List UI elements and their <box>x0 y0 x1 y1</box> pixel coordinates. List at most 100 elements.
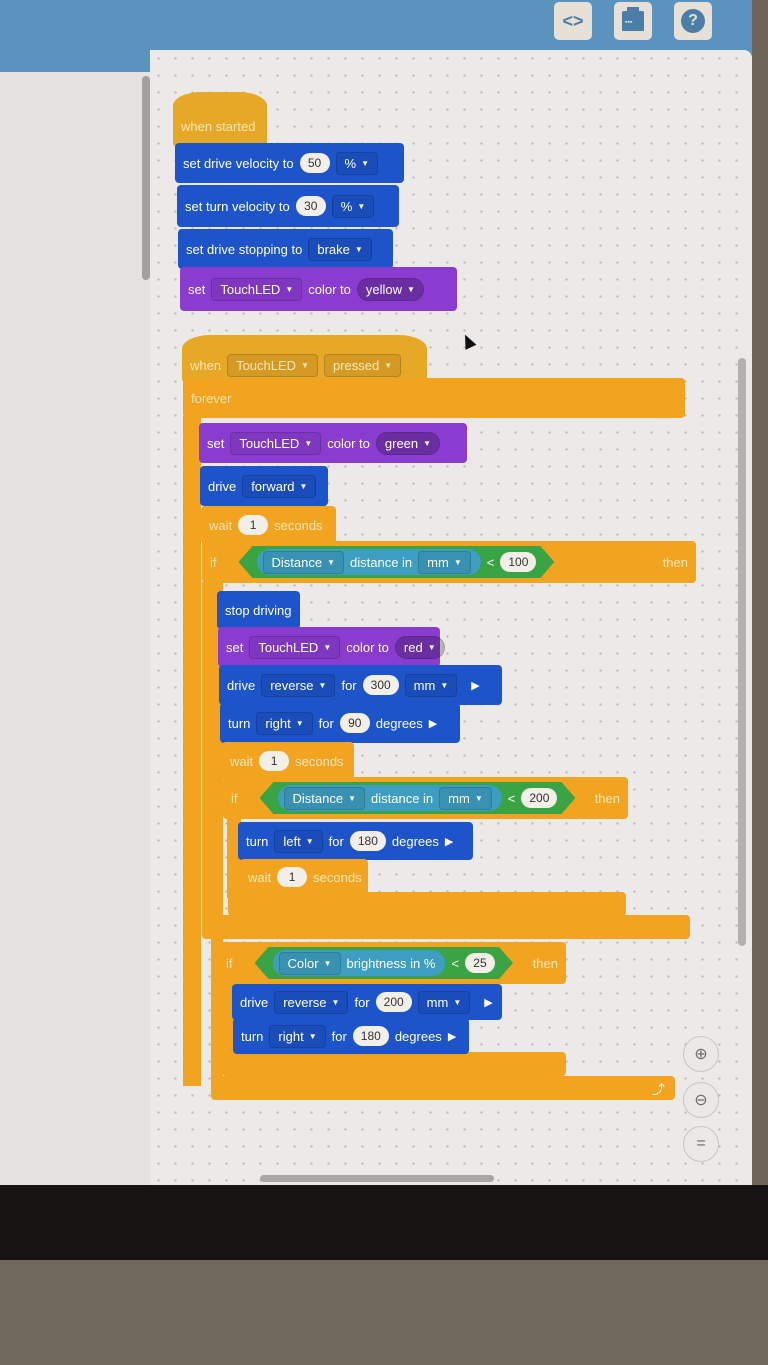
brain-device-icon <box>622 7 644 31</box>
dropdown-caret-icon: ▼ <box>361 158 370 168</box>
turn-direction-dropdown[interactable]: left ▼ <box>274 829 323 853</box>
when-started-block[interactable]: when started <box>173 92 267 147</box>
reset-zoom-icon: = <box>696 1135 706 1152</box>
run-and-continue-icon[interactable]: ▶ <box>448 1030 456 1043</box>
code-view-button[interactable]: <> <box>554 2 592 40</box>
set-turn-velocity-block[interactable]: set turn velocity to 30 % ▼ <box>177 185 399 227</box>
set-touchled-yellow-block[interactable]: set TouchLED ▼ color to yellow ▼ <box>180 267 457 311</box>
set-touchled-green-block[interactable]: set TouchLED ▼ color to green ▼ <box>199 423 467 463</box>
drive-velocity-unit-dropdown[interactable]: % ▼ <box>335 151 379 175</box>
brightness-threshold-input[interactable]: 25 <box>465 953 495 973</box>
distance-unit-dropdown[interactable]: mm ▼ <box>418 551 471 574</box>
dropdown-caret-icon: ▼ <box>453 997 462 1007</box>
led-color-dropdown[interactable]: yellow ▼ <box>356 277 424 301</box>
device-button[interactable] <box>614 2 652 40</box>
when-touchled-pressed-block[interactable]: when TouchLED ▼ pressed ▼ <box>182 335 427 383</box>
turn-velocity-unit-dropdown[interactable]: % ▼ <box>331 194 375 218</box>
led-color-dropdown[interactable]: green ▼ <box>375 431 441 455</box>
hat-device-dropdown[interactable]: TouchLED ▼ <box>227 353 318 377</box>
wait-seconds-block[interactable]: wait 1 seconds <box>222 742 354 780</box>
hat-event-dropdown[interactable]: pressed ▼ <box>323 353 402 377</box>
drive-reverse-200-block[interactable]: drive reverse ▼ for 200 mm ▼ ▶ <box>232 984 502 1020</box>
loop-arrow-icon: ⤴ <box>651 1081 665 1097</box>
workspace-horizontal-scrollbar[interactable] <box>260 1175 494 1182</box>
photo-of-laptop: <> ? when started set drive velocity to … <box>0 0 768 1365</box>
color-sensor-dropdown[interactable]: Color ▼ <box>279 952 341 975</box>
wait-seconds-block[interactable]: wait 1 seconds <box>240 859 368 895</box>
drive-reverse-300-block[interactable]: drive reverse ▼ for 300 mm ▼ ▶ <box>219 665 502 705</box>
distance-reporter[interactable]: Distance ▼ distance in mm ▼ <box>257 549 481 575</box>
drive-distance-input[interactable]: 200 <box>375 992 412 1012</box>
wait-seconds-input[interactable]: 1 <box>259 751 290 771</box>
distance-unit-dropdown[interactable]: mm ▼ <box>439 787 492 810</box>
run-and-continue-icon[interactable]: ▶ <box>445 835 453 848</box>
touchled-device-dropdown[interactable]: TouchLED ▼ <box>211 277 303 301</box>
turn-velocity-input[interactable]: 30 <box>295 196 326 216</box>
zoom-out-button[interactable]: ⊖ <box>683 1082 719 1118</box>
laptop-bezel <box>0 1185 768 1265</box>
zoom-in-icon: ⊕ <box>694 1046 708 1063</box>
dropdown-caret-icon: ▼ <box>384 360 393 370</box>
less-than-operator[interactable]: Distance ▼ distance in mm ▼ < 200 <box>260 782 576 814</box>
turn-degrees-input[interactable]: 180 <box>349 831 386 851</box>
turn-left-180-block[interactable]: turn left ▼ for 180 degrees ▶ <box>238 822 473 860</box>
turn-direction-dropdown[interactable]: right ▼ <box>269 1024 326 1048</box>
forever-block[interactable]: forever <box>183 378 685 418</box>
distance-threshold-input[interactable]: 200 <box>521 788 557 808</box>
turn-direction-dropdown[interactable]: right ▼ <box>256 711 313 735</box>
zoom-in-button[interactable]: ⊕ <box>683 1036 719 1072</box>
help-button[interactable]: ? <box>674 2 712 40</box>
distance-sensor-dropdown[interactable]: Distance ▼ <box>284 787 366 810</box>
block-palette <box>0 72 150 1185</box>
wait-seconds-input[interactable]: 1 <box>277 867 308 887</box>
dropdown-caret-icon: ▼ <box>323 958 332 968</box>
dropdown-caret-icon: ▼ <box>305 836 314 846</box>
brightness-reporter[interactable]: Color ▼ brightness in % <box>273 950 446 976</box>
turn-right-180-block[interactable]: turn right ▼ for 180 degrees ▶ <box>233 1018 469 1054</box>
workspace-vertical-scrollbar[interactable] <box>738 358 746 946</box>
vexcode-window: <> ? when started set drive velocity to … <box>0 0 752 1185</box>
set-drive-stopping-block[interactable]: set drive stopping to brake ▼ <box>178 229 393 269</box>
less-than-operator[interactable]: Distance ▼ distance in mm ▼ < 100 <box>239 546 555 578</box>
dropdown-caret-icon: ▼ <box>304 438 313 448</box>
set-drive-velocity-block[interactable]: set drive velocity to 50 % ▼ <box>175 143 404 183</box>
drive-forward-block[interactable]: drive forward ▼ <box>200 466 328 506</box>
dropdown-caret-icon: ▼ <box>295 718 304 728</box>
turn-right-90-block[interactable]: turn right ▼ for 90 degrees ▶ <box>220 703 460 743</box>
turn-degrees-input[interactable]: 90 <box>339 713 370 733</box>
drive-direction-dropdown[interactable]: reverse ▼ <box>261 673 336 697</box>
touchled-device-dropdown[interactable]: TouchLED ▼ <box>230 431 322 455</box>
drive-unit-dropdown[interactable]: mm ▼ <box>417 990 471 1014</box>
drive-direction-dropdown[interactable]: forward ▼ <box>242 474 317 498</box>
distance-threshold-input[interactable]: 100 <box>500 552 536 572</box>
touchled-device-dropdown[interactable]: TouchLED ▼ <box>249 635 341 659</box>
if-distance-200-block[interactable]: if Distance ▼ distance in mm ▼ < 200 then <box>223 777 628 819</box>
if1-footer <box>202 915 690 939</box>
drive-unit-dropdown[interactable]: mm ▼ <box>404 673 458 697</box>
run-and-continue-icon[interactable]: ▶ <box>429 717 437 730</box>
if-brightness-25-block[interactable]: if Color ▼ brightness in % < 25 then <box>218 942 566 984</box>
dropdown-caret-icon: ▼ <box>299 481 308 491</box>
distance-sensor-dropdown[interactable]: Distance ▼ <box>263 551 345 574</box>
if-distance-100-block[interactable]: if Distance ▼ distance in mm ▼ < 100 then <box>202 541 696 583</box>
dropdown-caret-icon: ▼ <box>318 680 327 690</box>
led-color-dropdown[interactable]: red ▼ <box>394 635 445 659</box>
set-touchled-red-block[interactable]: set TouchLED ▼ color to red ▼ <box>218 627 445 667</box>
less-than-operator[interactable]: Color ▼ brightness in % < 25 <box>255 947 513 979</box>
if3-footer <box>222 1052 566 1076</box>
drive-direction-dropdown[interactable]: reverse ▼ <box>274 990 349 1014</box>
run-and-continue-icon[interactable]: ▶ <box>484 996 492 1009</box>
wait-seconds-block[interactable]: wait 1 seconds <box>201 506 336 544</box>
distance-reporter[interactable]: Distance ▼ distance in mm ▼ <box>278 785 502 811</box>
drive-velocity-input[interactable]: 50 <box>299 153 330 173</box>
turn-degrees-input[interactable]: 180 <box>352 1026 389 1046</box>
stopping-mode-dropdown[interactable]: brake ▼ <box>308 237 372 261</box>
zoom-out-icon: ⊖ <box>694 1092 708 1109</box>
zoom-reset-button[interactable]: = <box>683 1126 719 1162</box>
drive-distance-input[interactable]: 300 <box>362 675 399 695</box>
run-and-continue-icon[interactable]: ▶ <box>471 679 479 692</box>
wait-seconds-input[interactable]: 1 <box>238 515 269 535</box>
palette-scrollbar[interactable] <box>142 76 150 280</box>
laptop-body <box>0 1260 768 1365</box>
stop-driving-block[interactable]: stop driving <box>217 591 300 629</box>
